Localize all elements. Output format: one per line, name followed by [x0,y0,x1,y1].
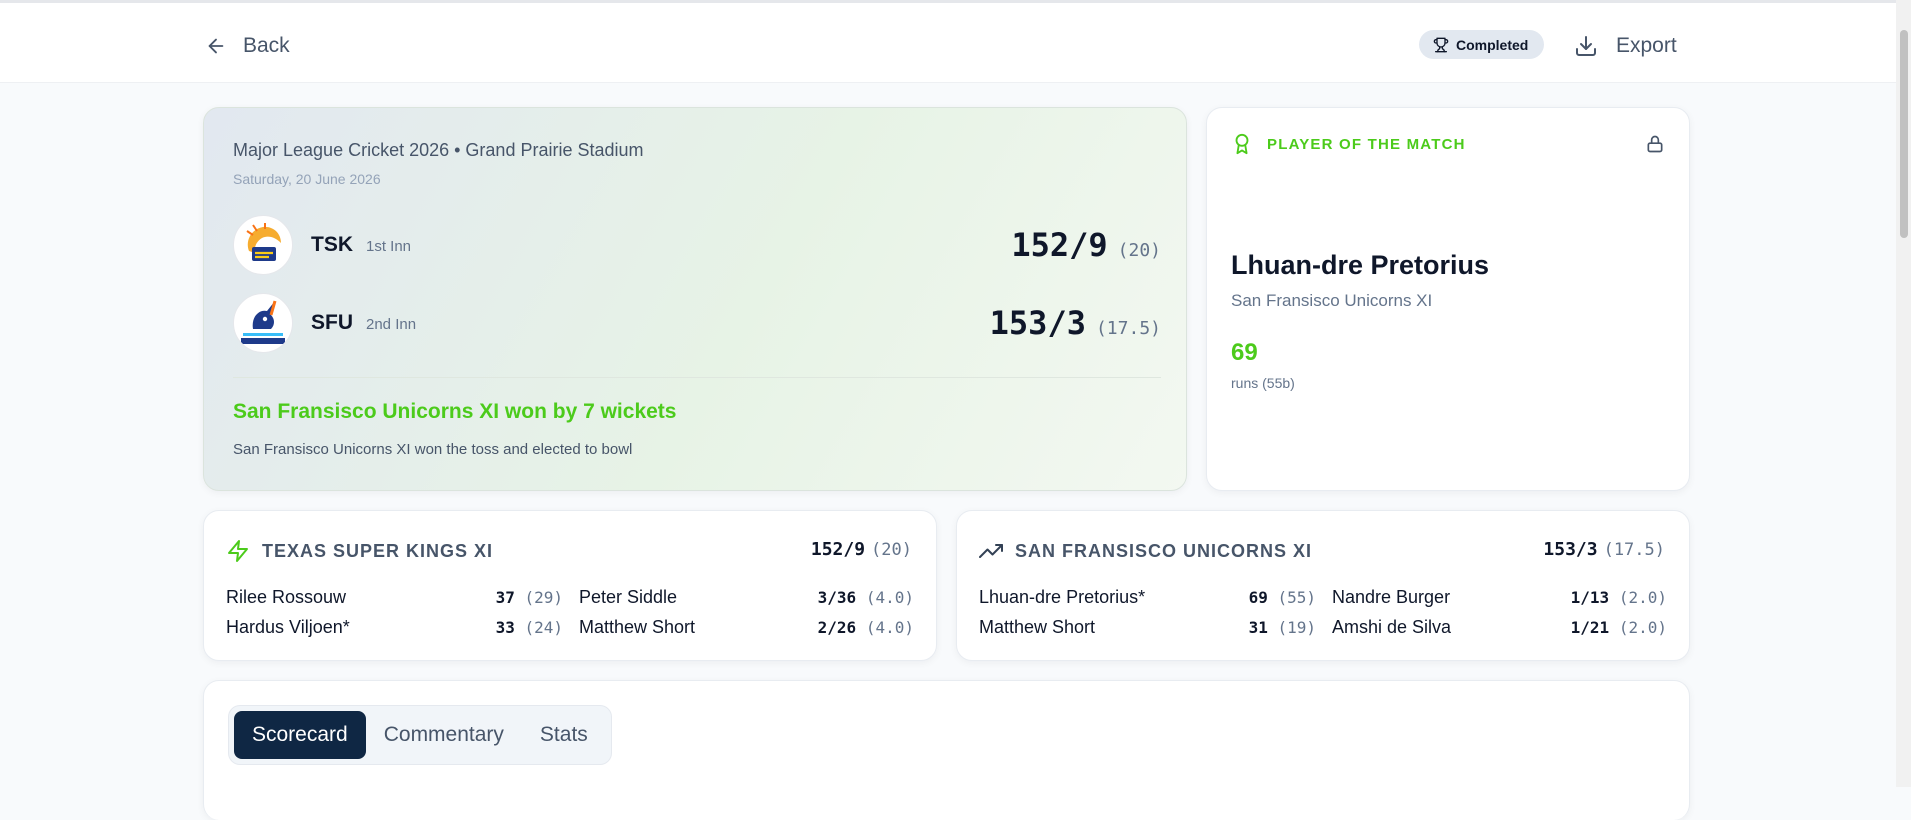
team-runs-sfu: 153/3 [989,304,1086,342]
unicorns-logo-icon [241,300,285,344]
innings-heading: SAN FRANSISCO UNICORNS XI [979,539,1312,563]
bowler-row: Amshi de Silva 1/21 (2.0) [1332,615,1667,639]
batter-name: Matthew Short [979,616,1096,637]
bowler-row: Matthew Short 2/26 (4.0) [579,615,914,639]
status-badge-label: Completed [1456,36,1529,53]
back-button[interactable]: Back [205,27,290,65]
innings-runs: 153/3 [1543,539,1598,560]
batter-stat: 33 (24) [495,617,563,637]
details-card: Scorecard Commentary Stats [203,680,1690,820]
potm-heading: PLAYER OF THE MATCH [1231,132,1466,156]
bowler-stat: 3/36 (4.0) [817,587,914,607]
super-kings-logo-icon [246,223,281,261]
bowler-name: Amshi de Silva [1332,616,1452,637]
batter-row: Rilee Rossouw 37 (29) [226,585,563,609]
innings-overs: (17.5) [1603,540,1665,560]
innings-score: 152/9 (20) [811,539,912,560]
bowler-stat: 1/21 (2.0) [1570,617,1667,637]
team-logo-sfu [233,293,293,353]
trophy-icon [1433,37,1449,52]
scrollbar-thumb[interactable] [1900,30,1908,238]
team-overs-tsk: (20) [1117,240,1161,261]
export-label: Export [1616,34,1677,57]
export-button[interactable]: Export [1574,27,1677,65]
team-innings-tsk: 1st Inn [366,238,412,255]
innings-overs: (20) [871,540,912,560]
batter-row: Hardus Viljoen* 33 (24) [226,615,563,639]
batter-name: Rilee Rossouw [226,586,347,607]
award-icon [1235,133,1249,155]
page-header: Back Completed Export [0,3,1896,83]
back-label: Back [243,34,290,57]
divider [233,377,1161,378]
potm-runs: 69 [1231,339,1258,366]
trending-up-icon [979,544,1003,558]
team-score-sfu: 153/3 (17.5) [990,304,1161,342]
innings-runs: 152/9 [810,539,866,560]
batter-name: Hardus Viljoen* [226,616,350,637]
player-of-match-card: PLAYER OF THE MATCH Lhuan-dre Pretorius … [1206,107,1690,491]
batter-stat: 37 (29) [495,587,563,607]
bowler-row: Peter Siddle 3/36 (4.0) [579,585,914,609]
innings-card-sfu: SAN FRANSISCO UNICORNS XI 153/3 (17.5) L… [956,510,1690,661]
bowler-row: Nandre Burger 1/13 (2.0) [1332,585,1667,609]
team-logo-tsk [233,215,293,275]
arrow-left-icon [208,38,224,54]
team-runs-tsk: 152/9 [1011,226,1108,264]
bowler-name: Nandre Burger [1332,586,1451,607]
toss-info: San Fransisco Unicorns XI won the toss a… [233,441,633,458]
tab-bar: Scorecard Commentary Stats [228,705,612,765]
innings-team-name: SAN FRANSISCO UNICORNS XI [1015,540,1313,561]
download-icon [1576,36,1596,56]
team-row-sfu: SFU 2nd Inn 153/3 (17.5) [233,293,1161,353]
innings-score: 153/3 (17.5) [1543,539,1665,560]
batter-stat: 31 (19) [1248,617,1316,637]
potm-balls: runs (55b) [1231,375,1295,391]
innings-card-tsk: TEXAS SUPER KINGS XI 152/9 (20) Rilee Ro… [203,510,937,661]
match-date: Saturday, 20 June 2026 [233,171,381,187]
innings-team-name: TEXAS SUPER KINGS XI [262,540,494,561]
team-overs-sfu: (17.5) [1095,318,1161,339]
batter-name: Lhuan-dre Pretorius* [979,586,1146,607]
bowler-name: Matthew Short [579,616,696,637]
page-scrollbar[interactable] [1896,0,1911,787]
match-result: San Fransisco Unicorns XI won by 7 wicke… [233,400,677,423]
lightning-icon [228,540,248,562]
batter-row: Matthew Short 31 (19) [979,615,1316,639]
team-score-tsk: 152/9 (20) [1011,226,1161,264]
potm-heading-label: PLAYER OF THE MATCH [1267,135,1466,153]
lock-icon[interactable] [1645,134,1665,154]
match-title: Major League Cricket 2026 • Grand Prairi… [233,140,644,160]
tab-scorecard[interactable]: Scorecard [234,711,366,759]
tab-commentary[interactable]: Commentary [366,711,522,759]
status-badge: Completed [1419,30,1545,59]
potm-player-team: San Fransisco Unicorns XI [1231,291,1433,310]
batter-row: Lhuan-dre Pretorius* 69 (55) [979,585,1316,609]
match-summary-card: Major League Cricket 2026 • Grand Prairi… [203,107,1187,491]
potm-player-name: Lhuan-dre Pretorius [1231,250,1490,280]
team-code-tsk: TSK [311,233,353,256]
team-code-sfu: SFU [311,311,353,334]
bowler-stat: 2/26 (4.0) [817,617,914,637]
innings-heading: TEXAS SUPER KINGS XI [226,539,493,563]
team-innings-sfu: 2nd Inn [366,316,417,333]
batter-stat: 69 (55) [1248,587,1316,607]
team-row-tsk: TSK 1st Inn 152/9 (20) [233,215,1161,275]
bowler-name: Peter Siddle [579,586,678,607]
bowler-stat: 1/13 (2.0) [1570,587,1667,607]
tab-stats[interactable]: Stats [522,711,606,759]
